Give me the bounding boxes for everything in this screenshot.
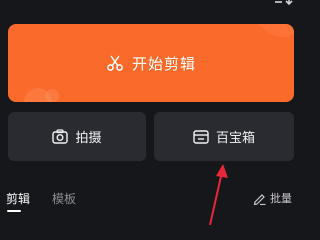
camera-button[interactable]: 拍摄 [8, 112, 146, 161]
batch-button[interactable]: 批量 [253, 190, 292, 206]
batch-label: 批量 [270, 192, 292, 205]
toolbox-label: 百宝箱 [215, 131, 255, 146]
camera-icon [52, 129, 69, 144]
tab-bar: 剪辑 模板 [6, 190, 76, 207]
toolbox-button[interactable]: 百宝箱 [154, 112, 294, 161]
start-edit-button[interactable]: 开始剪辑 [8, 24, 294, 102]
tab-edit[interactable]: 剪辑 [6, 190, 30, 207]
red-arrow-annotation [209, 164, 228, 225]
scissors-icon [107, 55, 123, 71]
toolbox-icon [193, 129, 209, 144]
pencil-icon [253, 193, 266, 205]
start-edit-label: 开始剪辑 [131, 54, 196, 73]
sort-icon[interactable] [272, 0, 294, 8]
camera-label: 拍摄 [75, 131, 102, 146]
tab-templates[interactable]: 模板 [52, 190, 76, 207]
active-tab-indicator [7, 210, 21, 212]
